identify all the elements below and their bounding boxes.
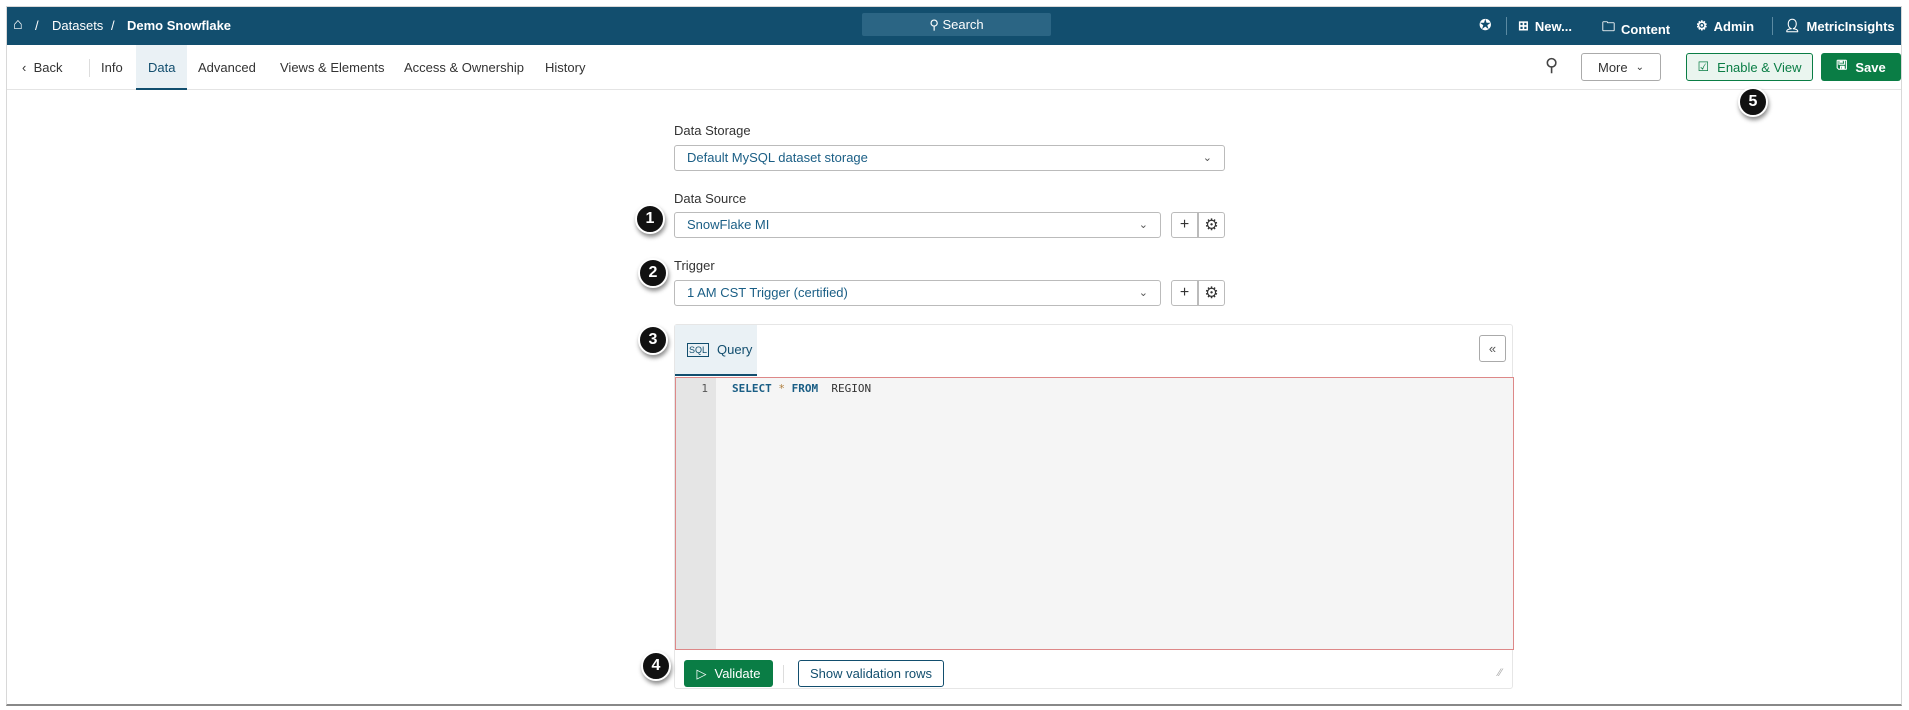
chevron-left-icon: ‹ (22, 60, 34, 75)
divider (1772, 17, 1773, 35)
checkbox-icon: ☑ (1697, 59, 1710, 74)
save-button[interactable]: 🖫 Save (1821, 53, 1901, 81)
sql-keyword: SELECT (732, 382, 772, 395)
tab-views-elements[interactable]: Views & Elements (280, 45, 385, 90)
more-label: More (1597, 59, 1628, 75)
data-storage-value: Default MySQL dataset storage (687, 150, 868, 165)
data-source-label: Data Source (674, 191, 747, 206)
play-circle-icon: ▷ (696, 665, 707, 681)
enable-view-label: Enable & View (1717, 59, 1802, 75)
user-icon: 👤︎ (1784, 18, 1801, 33)
step-badge-4: 4 (641, 651, 671, 681)
admin-label: Admin (1713, 18, 1755, 34)
line-number-gutter: 1 (676, 378, 716, 649)
search-label: Search (942, 17, 984, 32)
search-icon[interactable]: ⚲ (1545, 55, 1558, 76)
collapse-button[interactable]: « (1479, 335, 1506, 362)
enable-view-button[interactable]: ☑ Enable & View (1686, 53, 1813, 81)
trigger-select[interactable]: 1 AM CST Trigger (certified) ⌄ (674, 280, 1161, 306)
chevron-down-icon: ⌄ (1138, 287, 1148, 299)
data-storage-select[interactable]: Default MySQL dataset storage ⌄ (674, 145, 1225, 171)
gear-icon: ⚙ (1696, 18, 1708, 33)
sql-operator: * (778, 382, 785, 395)
chevron-down-icon: ⌄ (1138, 219, 1148, 231)
sql-file-icon: SQL (687, 342, 710, 357)
step-badge-2: 2 (638, 258, 668, 288)
content-button[interactable]: 🗀 Content (1602, 18, 1670, 40)
home-icon[interactable]: ⌂ (13, 16, 23, 34)
app-window: ⌂ / Datasets / Demo Snowflake ⚲ Search ✪… (6, 6, 1902, 706)
show-validation-rows-button[interactable]: Show validation rows (798, 660, 944, 687)
breadcrumb-separator: / (35, 18, 39, 33)
trigger-label: Trigger (674, 258, 715, 273)
new-button[interactable]: ⊞ New... (1518, 18, 1572, 34)
breadcrumb-current: Demo Snowflake (127, 18, 232, 33)
chevron-down-icon: ⌄ (1202, 152, 1212, 164)
divider (89, 59, 90, 77)
query-tab[interactable]: SQL Query (675, 325, 757, 376)
sql-code-line: SELECT * FROM REGION (732, 382, 871, 395)
content-label: Content (1621, 21, 1671, 37)
plus-icon: + (1179, 284, 1190, 301)
divider (1506, 17, 1507, 35)
back-label: Back (33, 60, 63, 75)
plus-icon: + (1179, 216, 1190, 233)
tab-advanced[interactable]: Advanced (198, 45, 256, 90)
resize-handle-icon[interactable]: ⁄⁄ (1498, 667, 1502, 679)
search-button[interactable]: ⚲ Search (862, 13, 1051, 36)
tab-access-ownership[interactable]: Access & Ownership (404, 45, 524, 90)
tab-info[interactable]: Info (101, 45, 123, 90)
validate-button[interactable]: ▷ Validate (684, 660, 773, 687)
breadcrumb-separator: / (111, 18, 115, 33)
step-badge-1: 1 (635, 204, 665, 234)
trigger-settings-button[interactable]: ⚙ (1198, 280, 1225, 306)
add-trigger-button[interactable]: + (1171, 280, 1198, 306)
sql-editor[interactable]: 1 SELECT * FROM REGION (675, 377, 1514, 650)
trigger-value: 1 AM CST Trigger (certified) (687, 285, 848, 300)
data-storage-label: Data Storage (674, 123, 751, 138)
search-icon: ⚲ (929, 17, 943, 32)
data-source-select[interactable]: SnowFlake MI ⌄ (674, 212, 1161, 238)
chevron-down-icon: ⌄ (1635, 61, 1644, 73)
gear-icon: ⚙ (1204, 285, 1219, 302)
validate-label: Validate (714, 666, 761, 681)
step-badge-5: 5 (1738, 87, 1768, 117)
tab-data[interactable]: Data (136, 45, 188, 90)
top-navbar: ⌂ / Datasets / Demo Snowflake ⚲ Search ✪… (7, 7, 1901, 45)
plus-square-icon: ⊞ (1518, 18, 1529, 33)
data-source-value: SnowFlake MI (687, 217, 770, 232)
query-panel: SQL Query « 1 SELECT * FROM REGION ▷ Valid… (674, 324, 1514, 689)
step-badge-3: 3 (638, 325, 668, 355)
user-label: MetricInsights (1806, 18, 1895, 34)
user-menu[interactable]: 👤︎ MetricInsights (1784, 18, 1895, 34)
gear-icon: ⚙ (1204, 217, 1219, 234)
sql-identifier: REGION (831, 382, 872, 395)
add-data-source-button[interactable]: + (1171, 212, 1198, 238)
sql-keyword: FROM (791, 382, 819, 395)
more-button[interactable]: More ⌄ (1581, 53, 1661, 81)
data-source-settings-button[interactable]: ⚙ (1198, 212, 1225, 238)
new-label: New... (1534, 18, 1572, 34)
save-icon: 🖫 (1836, 57, 1848, 72)
ai-assistant-icon[interactable]: ✪ (1479, 16, 1492, 34)
folder-icon: 🗀 (1602, 19, 1616, 34)
back-button[interactable]: ‹ Back (22, 45, 62, 90)
save-label: Save (1855, 59, 1886, 75)
breadcrumb-datasets[interactable]: Datasets (52, 18, 103, 33)
query-tab-label: Query (717, 342, 753, 357)
divider (783, 665, 784, 683)
tab-bar: ‹ Back Info Data Advanced Views & Elemen… (7, 45, 1901, 90)
admin-button[interactable]: ⚙ Admin (1696, 18, 1754, 34)
tab-history[interactable]: History (545, 45, 585, 90)
